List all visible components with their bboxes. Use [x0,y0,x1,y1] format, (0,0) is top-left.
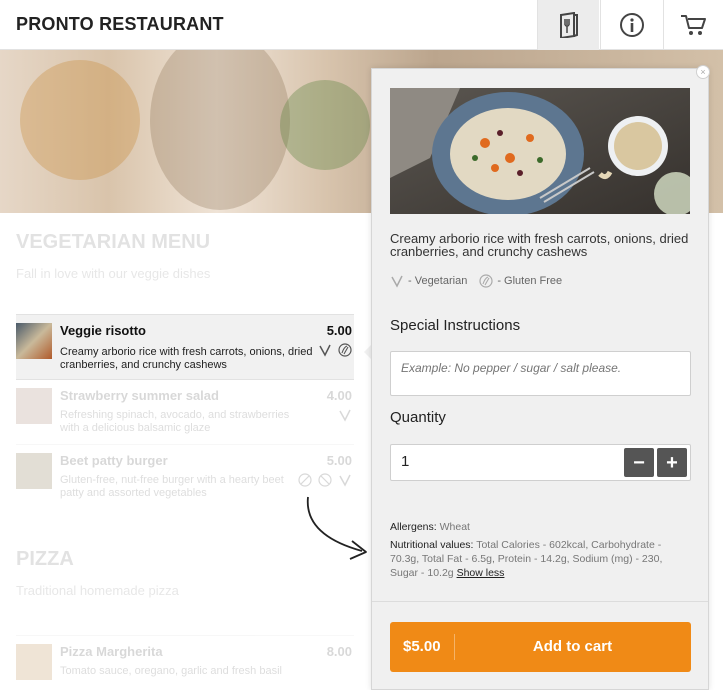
cart-price: $5.00 [403,638,441,655]
menu-book-icon [559,12,578,38]
menu-button[interactable] [537,0,599,50]
nut-free-icon [318,473,332,487]
section-title: PIZZA [16,548,74,570]
decrease-quantity-button[interactable]: − [624,448,654,477]
vegetarian-icon [339,409,351,422]
list-item[interactable]: Pizza Margherita 8.00 Tomato sauce, oreg… [16,635,354,690]
tag-gluten-free: - Gluten Free [479,274,562,288]
info-button[interactable] [600,0,662,50]
increase-quantity-button[interactable]: + [657,448,687,477]
cart-icon [680,15,706,35]
hero-blur [20,60,140,180]
item-price: 5.00 [326,323,352,338]
tag-label: - Gluten Free [497,275,563,287]
item-price: 5.00 [326,453,352,468]
item-thumbnail [16,644,52,680]
vegetarian-icon [391,275,403,288]
hero-blur [150,50,290,210]
allergens-label: Allergens: [390,521,437,533]
app-title: PRONTO RESTAURANT [16,14,224,34]
list-item-active[interactable]: Veggie risotto 5.00 Creamy arborio rice … [16,314,354,380]
vegetarian-icon [339,474,351,487]
section-subtitle: Traditional homemade pizza [16,583,179,598]
item-price: 8.00 [326,644,352,659]
special-instructions-label: Special Instructions [390,317,521,334]
add-to-cart-label: Add to cart [532,638,613,655]
allergens-value: Wheat [439,521,470,533]
section-title: VEGETARIAN MENU [16,231,211,253]
item-description: Gluten-free, nut-free burger with a hear… [60,474,284,499]
item-name: Strawberry summer salad [60,388,219,403]
add-to-cart-button[interactable]: $5.00 Add to cart [390,622,691,672]
item-thumbnail [16,453,52,489]
close-button[interactable]: × [696,65,710,79]
gluten-free-icon [338,343,352,357]
nutrition-label: Nutritional values: [390,539,474,551]
nutrition-info: Nutritional values: Total Calories - 602… [390,538,690,580]
item-description: Refreshing spinach, avocado, and strawbe… [60,409,290,434]
quantity-label: Quantity [390,409,446,426]
gluten-free-icon [298,473,312,487]
item-name: Beet patty burger [60,453,168,468]
quantity-stepper: − + [390,444,691,481]
item-name: Veggie risotto [60,323,146,338]
tag-label: - Vegetarian [408,275,468,287]
app-header: PRONTO RESTAURANT [0,0,723,50]
dietary-tags: - Vegetarian - Gluten Free [390,274,562,288]
allergens-info: Allergens: Wheat [390,521,470,533]
panel-footer: $5.00 Add to cart [372,601,708,689]
item-photo [390,88,690,214]
hero-blur [280,80,370,170]
list-item[interactable]: Strawberry summer salad 4.00 Refreshing … [16,379,354,443]
item-detail-description: Creamy arborio rice with fresh carrots, … [390,231,689,259]
show-less-link[interactable]: Show less [457,567,505,579]
vegetarian-icon [319,344,331,357]
item-description: Creamy arborio rice with fresh carrots, … [60,346,313,371]
info-icon [619,13,644,37]
special-instructions-input[interactable] [390,351,691,396]
item-thumbnail [16,323,52,359]
cart-button[interactable] [663,0,723,50]
tag-vegetarian: - Vegetarian [390,274,467,288]
gluten-free-icon [479,274,493,288]
quantity-input[interactable] [401,453,601,470]
item-thumbnail [16,388,52,424]
curved-arrow-icon [306,496,367,560]
item-price: 4.00 [326,388,352,403]
item-description: Tomato sauce, oregano, garlic and fresh … [60,665,282,677]
item-name: Pizza Margherita [60,644,163,659]
risotto-photo [390,88,690,214]
item-detail-panel: × Creamy arborio rice with fresh carrots… [371,65,710,690]
section-subtitle: Fall in love with our veggie dishes [16,266,211,281]
